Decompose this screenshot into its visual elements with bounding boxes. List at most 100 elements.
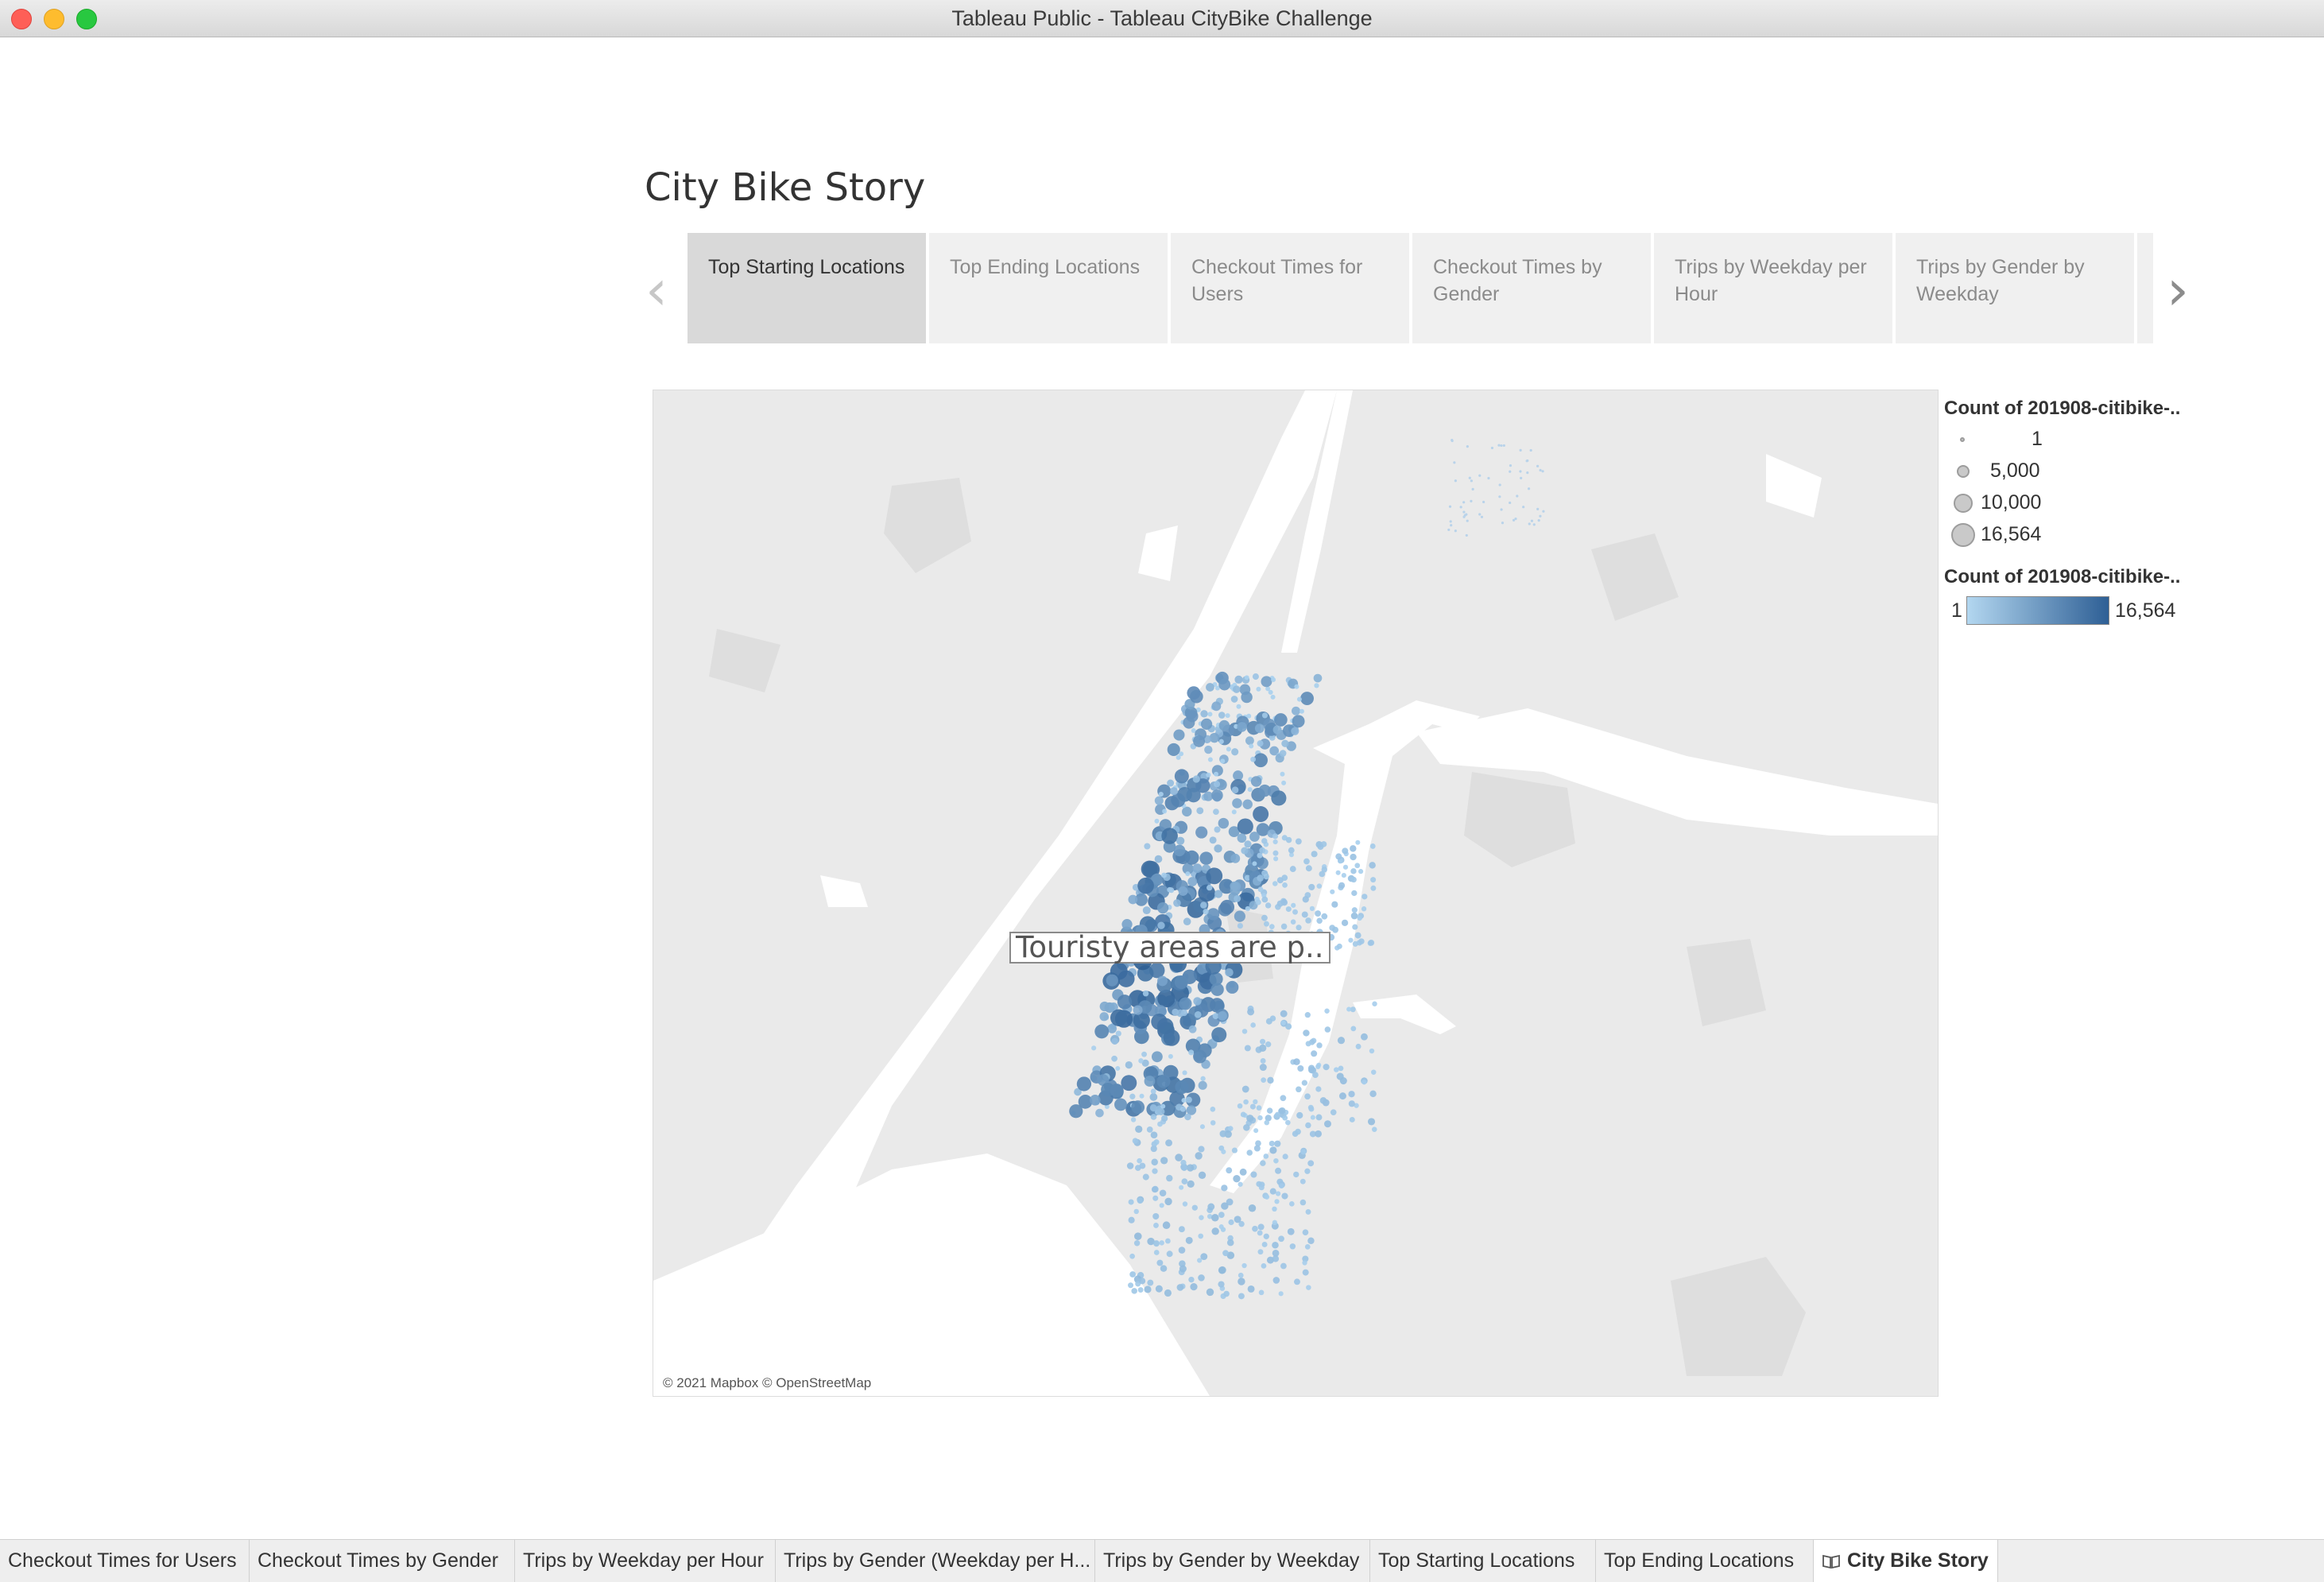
station-marker — [1294, 684, 1300, 689]
size-legend-label: 10,000 — [1981, 491, 2042, 514]
station-marker — [1282, 1154, 1288, 1160]
faint-station-marker — [1466, 519, 1469, 522]
faint-station-marker — [1478, 513, 1482, 516]
station-marker — [1305, 865, 1312, 872]
station-marker — [1187, 1180, 1195, 1188]
station-marker — [1301, 911, 1308, 918]
station-marker — [1260, 1160, 1266, 1166]
story-point-trips-weekday-hour[interactable]: Trips by Weekday per Hour — [1654, 233, 1892, 343]
story-point-checkout-times-users[interactable]: Checkout Times for Users — [1171, 233, 1409, 343]
station-marker — [1198, 1146, 1205, 1153]
faint-station-marker — [1478, 474, 1482, 477]
story-point-checkout-times-gender[interactable]: Checkout Times by Gender — [1412, 233, 1651, 343]
station-marker — [1261, 1077, 1267, 1083]
station-marker — [1198, 1233, 1204, 1239]
faint-station-marker — [1500, 444, 1503, 448]
chevron-left-icon[interactable]: ‹ — [645, 262, 668, 318]
sheet-tab-checkout-times-gender[interactable]: Checkout Times by Gender — [250, 1540, 515, 1582]
station-marker — [1351, 907, 1358, 913]
color-legend-min: 1 — [1951, 599, 1962, 622]
station-marker — [1260, 1038, 1266, 1045]
station-marker — [1346, 1006, 1352, 1012]
station-marker — [1261, 712, 1269, 719]
map-credit[interactable]: © 2021 Mapbox © OpenStreetMap — [663, 1375, 871, 1391]
color-legend-title: Count of 201908-citibike-.. — [1944, 566, 2181, 587]
station-marker — [1367, 1118, 1376, 1126]
station-marker — [1240, 1111, 1246, 1118]
station-marker — [1213, 808, 1219, 815]
station-marker — [1289, 866, 1296, 873]
station-marker — [1253, 1128, 1259, 1134]
station-marker — [1307, 1160, 1315, 1167]
station-marker — [1248, 1204, 1257, 1212]
sheet-tab-trips-gender-by-weekday[interactable]: Trips by Gender by Weekday — [1095, 1540, 1370, 1582]
station-marker — [1188, 1276, 1195, 1283]
size-legend-title: Count of 201908-citibike-.. — [1944, 397, 2181, 419]
station-marker — [1263, 874, 1269, 880]
story-point-overflow[interactable] — [2137, 233, 2153, 343]
station-marker — [1069, 1104, 1083, 1119]
station-marker — [1162, 808, 1168, 814]
faint-station-marker — [1447, 528, 1451, 532]
station-marker — [1129, 1253, 1135, 1259]
station-marker — [1280, 1010, 1288, 1018]
story-point-top-ending-locations[interactable]: Top Ending Locations — [929, 233, 1168, 343]
station-marker — [1226, 1239, 1234, 1247]
station-marker — [1206, 772, 1211, 777]
station-marker — [1355, 1043, 1361, 1049]
faint-station-marker — [1450, 524, 1453, 527]
story-point-trips-gender-weekday[interactable]: Trips by Gender by Weekday — [1896, 233, 2134, 343]
station-marker — [1291, 727, 1300, 735]
faint-station-marker — [1520, 476, 1523, 479]
map-annotation[interactable]: Touristy areas are p.. — [1009, 932, 1330, 964]
station-marker — [1245, 736, 1254, 746]
station-marker — [1302, 1229, 1309, 1235]
station-marker — [1310, 1115, 1315, 1120]
sheet-tab-trips-weekday-hour[interactable]: Trips by Weekday per Hour — [515, 1540, 776, 1582]
station-marker — [1332, 926, 1339, 933]
map-view[interactable]: Touristy areas are p.. © 2021 Mapbox © O… — [653, 390, 1939, 1397]
station-marker — [1371, 1126, 1377, 1132]
station-marker — [1304, 1244, 1311, 1250]
station-marker — [1304, 1093, 1311, 1100]
station-marker — [1279, 750, 1287, 757]
station-marker — [1106, 974, 1118, 987]
station-marker — [1138, 1278, 1146, 1285]
station-marker — [1369, 1048, 1375, 1054]
station-marker — [1161, 828, 1178, 844]
sheet-tab-city-bike-story[interactable]: City Bike Story — [1814, 1540, 1998, 1582]
faint-station-marker — [1470, 499, 1473, 502]
sheet-tab-trips-gender-weekday-per-hour[interactable]: Trips by Gender (Weekday per H... — [776, 1540, 1095, 1582]
chevron-right-icon[interactable]: › — [2167, 262, 2189, 318]
station-marker — [1272, 1277, 1280, 1284]
station-marker — [1258, 1185, 1265, 1191]
station-marker — [1204, 745, 1213, 754]
size-legend-label: 5,000 — [1990, 459, 2040, 482]
faint-station-marker — [1536, 464, 1540, 467]
station-marker — [1172, 1008, 1179, 1016]
station-marker — [1369, 1090, 1377, 1098]
station-marker — [1314, 683, 1319, 688]
size-legend-item: 16,564 — [1944, 522, 2063, 550]
station-marker — [1219, 1130, 1227, 1138]
station-marker — [1131, 1100, 1145, 1115]
station-marker — [1150, 1131, 1158, 1139]
station-marker — [1163, 1029, 1180, 1046]
station-marker — [1176, 754, 1181, 760]
station-marker — [1274, 1140, 1281, 1147]
station-marker — [1168, 887, 1175, 894]
station-marker — [1257, 1223, 1265, 1231]
station-marker — [1203, 909, 1209, 915]
story-point-top-starting-locations[interactable]: Top Starting Locations — [688, 233, 926, 343]
sheet-tab-checkout-times-users[interactable]: Checkout Times for Users — [0, 1540, 250, 1582]
station-marker — [1133, 1011, 1150, 1029]
station-marker — [1350, 912, 1358, 920]
station-marker — [1218, 1281, 1225, 1288]
station-marker — [1257, 852, 1263, 859]
sheet-tab-top-ending-locations[interactable]: Top Ending Locations — [1596, 1540, 1814, 1582]
station-marker — [1300, 1178, 1306, 1185]
station-marker — [1232, 798, 1242, 808]
sheet-tab-top-starting-locations[interactable]: Top Starting Locations — [1370, 1540, 1596, 1582]
station-marker — [1302, 896, 1309, 903]
station-marker — [1250, 776, 1262, 787]
